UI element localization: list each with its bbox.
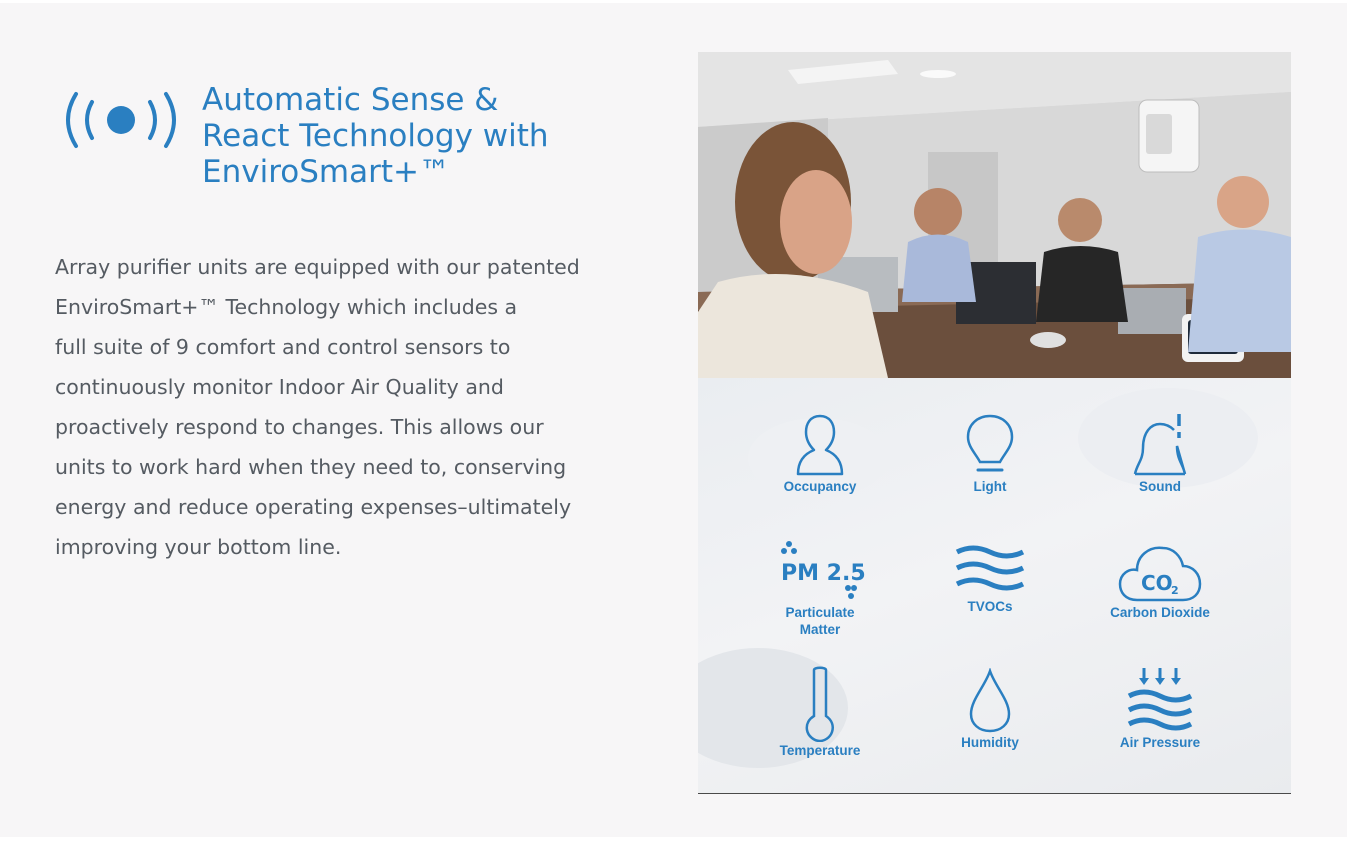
sensor-label: TVOCs bbox=[967, 599, 1013, 614]
title-line-3: EnviroSmart+™ bbox=[202, 154, 450, 190]
sensor-label: Humidity bbox=[961, 735, 1019, 750]
paragraph-line: proactively respond to changes. This all… bbox=[55, 415, 544, 439]
section-header: Automatic Sense & React Technology with … bbox=[62, 82, 662, 202]
sensor-light: Light bbox=[910, 412, 1070, 495]
sensor-label: Particulate Matter bbox=[785, 605, 855, 637]
paragraph-line: EnviroSmart+™ Technology which includes … bbox=[55, 295, 518, 319]
sensor-particulate-matter: PM 2.5 Particulate Matter bbox=[740, 538, 900, 638]
panel-bottom-rule bbox=[698, 793, 1291, 794]
sensor-label: Sound bbox=[1139, 479, 1181, 494]
description-paragraph: Array purifier units are equipped with o… bbox=[55, 247, 655, 567]
co2-icon-text: CO bbox=[1141, 571, 1173, 595]
pm25-icon: PM 2.5 bbox=[781, 541, 865, 599]
title-line-2: React Technology with bbox=[202, 118, 549, 154]
sensors-grid: Occupancy Light Sound PM 2.5 Particulate… bbox=[698, 378, 1291, 794]
sensor-label: Air Pressure bbox=[1119, 735, 1201, 750]
sensor-air-pressure: Air Pressure bbox=[1080, 666, 1240, 751]
sensor-sound: Sound bbox=[1080, 412, 1240, 495]
pm25-icon-text: PM 2.5 bbox=[781, 561, 865, 586]
sensor-label: Occupancy bbox=[783, 479, 857, 494]
droplet-icon bbox=[969, 668, 1011, 733]
sensor-label: Light bbox=[973, 479, 1007, 494]
sensor-tvocs: TVOCs bbox=[910, 544, 1070, 615]
lightbulb-icon bbox=[966, 414, 1014, 472]
title-line-1: Automatic Sense & bbox=[202, 82, 499, 118]
cloud-co2-icon: CO 2 bbox=[1118, 546, 1202, 602]
paragraph-line: energy and reduce operating expenses–ult… bbox=[55, 495, 572, 519]
bottom-border bbox=[0, 837, 1347, 841]
bell-icon bbox=[1133, 414, 1187, 476]
sensor-temperature: Temperature bbox=[740, 666, 900, 759]
page: Automatic Sense & React Technology with … bbox=[0, 0, 1347, 841]
paragraph-line: Array purifier units are equipped with o… bbox=[55, 255, 580, 279]
photo-illustration bbox=[698, 52, 1291, 378]
paragraph-line: continuously monitor Indoor Air Quality … bbox=[55, 375, 504, 399]
person-icon bbox=[796, 414, 844, 476]
top-border bbox=[0, 0, 1347, 3]
sensor-carbon-dioxide: CO 2 Carbon Dioxide bbox=[1080, 538, 1240, 621]
sensor-label: Carbon Dioxide bbox=[1110, 605, 1210, 620]
pressure-icon bbox=[1127, 668, 1193, 731]
sensor-humidity: Humidity bbox=[910, 668, 1070, 751]
page-title: Automatic Sense & React Technology with … bbox=[202, 82, 622, 190]
sensor-occupancy: Occupancy bbox=[740, 412, 900, 495]
thermometer-icon bbox=[805, 666, 834, 742]
co2-icon-subscript: 2 bbox=[1171, 584, 1179, 597]
paragraph-line: full suite of 9 comfort and control sens… bbox=[55, 335, 511, 359]
waves-icon bbox=[955, 545, 1025, 591]
meeting-room-photo bbox=[698, 52, 1291, 378]
broadcast-signal-icon bbox=[66, 92, 176, 148]
paragraph-line: units to work hard when they need to, co… bbox=[55, 455, 567, 479]
paragraph-line: improving your bottom line. bbox=[55, 535, 342, 559]
sensor-label: Temperature bbox=[779, 743, 861, 758]
